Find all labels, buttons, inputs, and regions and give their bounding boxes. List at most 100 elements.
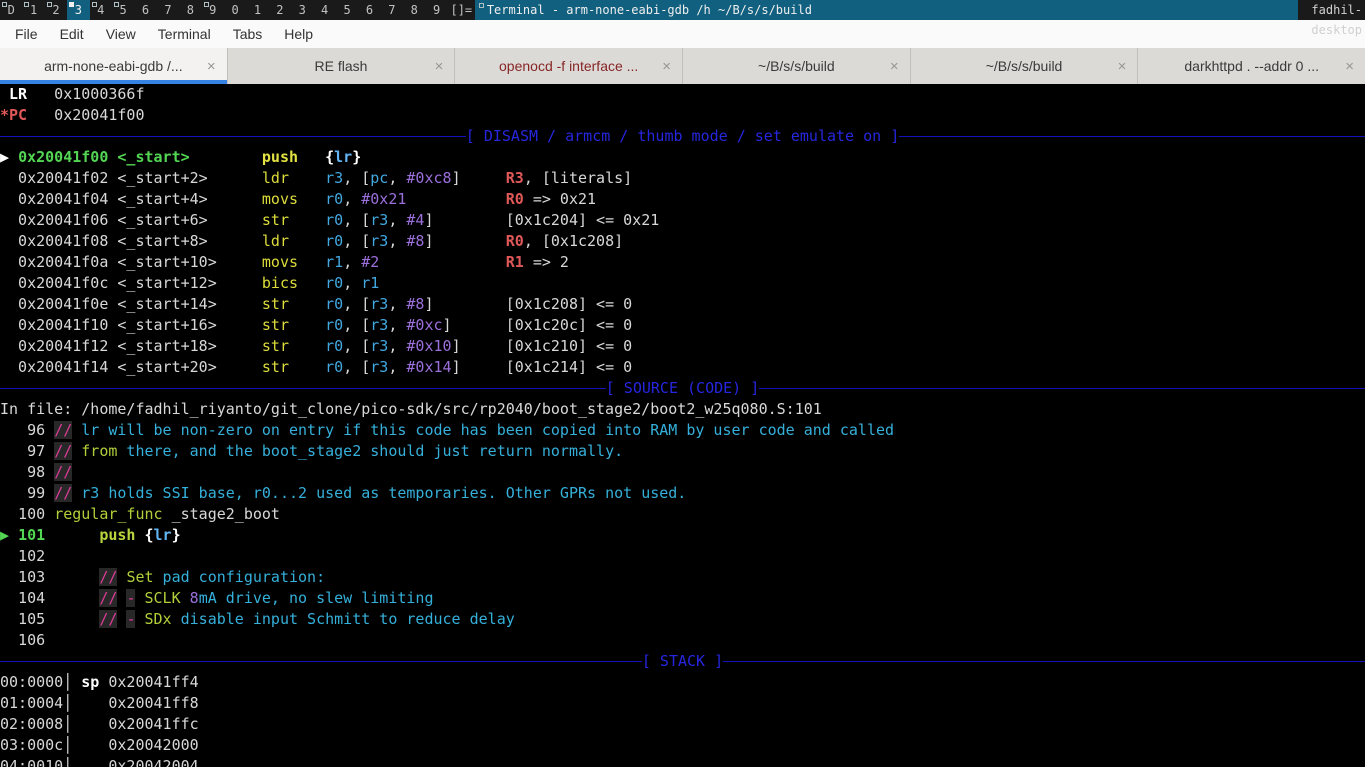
token: , [388,211,406,229]
workspace-tag-label: 8 [187,3,194,17]
workspace-tag[interactable]: 8 [403,0,425,20]
disasm-header: [ DISASM / armcm / thumb mode / set emul… [0,126,1365,147]
tab-close-icon[interactable]: × [1118,59,1127,74]
token [217,274,262,292]
workspace-tag[interactable]: 1 [22,0,44,20]
workspace-tag[interactable]: 5 [336,0,358,20]
workspace-tag[interactable]: 9 [425,0,447,20]
workspace-tag[interactable]: 9 [202,0,224,20]
token: disable input Schmitt to reduce delay [172,610,515,628]
tab-close-icon[interactable]: × [435,59,444,74]
tab-close-icon[interactable]: × [1345,59,1354,74]
workspace-tag[interactable]: 6 [358,0,380,20]
terminal-tab[interactable]: arm-none-eabi-gdb /...× [0,48,228,84]
token: ] [443,316,452,334]
token: r3 [370,295,388,313]
workspace-tag[interactable]: 4 [313,0,335,20]
tag-occupied-icon [204,2,209,7]
workspace-tag[interactable]: 3 [291,0,313,20]
tab-close-icon[interactable]: × [662,59,671,74]
token: #0xc8 [406,169,451,187]
workspace-tag-label: D [8,3,15,17]
token: regular_func [54,505,162,523]
token [379,253,505,271]
token: 97 [0,442,54,460]
token: SDx [145,610,172,628]
workspace-tag-label: 2 [276,3,283,17]
source-line: 104 // - SCLK 8mA drive, no slew limitin… [0,588,1365,609]
workspace-tag[interactable]: D [0,0,22,20]
token: ] [452,169,461,187]
menu-item-tabs[interactable]: Tabs [222,20,274,48]
workspace-tag[interactable]: 4 [90,0,112,20]
token: [0x1c20c] <= 0 [506,316,632,334]
layout-icon[interactable]: []= [448,0,475,20]
tab-close-icon[interactable]: × [207,59,216,74]
token: 0x20041f02 <_start+2> [0,169,208,187]
token [72,484,81,502]
workspace-tag[interactable]: 3 [67,0,89,20]
token [54,568,99,586]
token: , [343,274,361,292]
terminal-tab[interactable]: RE flash× [228,48,456,84]
token: push [262,148,298,166]
workspace-tag[interactable]: 2 [269,0,291,20]
workspace-tag[interactable]: 0 [224,0,246,20]
token: ldr [262,169,289,187]
menu-item-help[interactable]: Help [273,20,324,48]
token: r3 [370,358,388,376]
workspace-tag-label: 7 [164,3,171,17]
terminal-screen[interactable]: LR 0x1000366f*PC 0x20041f00[ DISASM / ar… [0,84,1365,767]
tag-occupied-icon [24,2,29,7]
workspace-tag-label: 4 [97,3,104,17]
token [461,337,506,355]
source-line: 103 // Set pad configuration: [0,567,1365,588]
tab-close-icon[interactable]: × [890,59,899,74]
token: lr [154,526,172,544]
token: [0x1c204] <= 0x21 [506,211,660,229]
terminal-tab[interactable]: ~/B/s/s/build× [683,48,911,84]
token: 0x20042004 [108,757,198,767]
menu-item-edit[interactable]: Edit [49,20,95,48]
token: r0 [325,358,343,376]
token [208,169,262,187]
token: movs [262,190,298,208]
token: 0x20041f14 <_start+20> [0,358,217,376]
token: , [ [343,232,370,250]
hostname: fadhil-desktop [1298,0,1365,20]
workspace-tag[interactable]: 7 [381,0,403,20]
tag-occupied-icon [114,2,119,7]
menu-item-terminal[interactable]: Terminal [147,20,222,48]
menu-item-view[interactable]: View [95,20,147,48]
token: 8 [190,589,199,607]
workspace-tag[interactable]: 1 [246,0,268,20]
workspace-tag[interactable]: 8 [179,0,201,20]
token: r0 [325,316,343,334]
token [54,610,99,628]
menu-item-file[interactable]: File [4,20,49,48]
token [72,715,108,733]
terminal-tab[interactable]: darkhttpd . --addr 0 ...× [1138,48,1365,84]
disasm-line: 0x20041f10 <_start+16> str r0, [r3, #0xc… [0,315,1365,336]
token [72,757,108,767]
token: // [54,442,72,460]
tag-occupied-icon [47,2,52,7]
workspace-tag[interactable]: 5 [112,0,134,20]
workspace-tag[interactable]: 2 [45,0,67,20]
token: SCLK [145,589,181,607]
token: In file: /home/fadhil_riyanto/git_clone/… [0,400,822,418]
token: str [262,295,289,313]
token [72,442,81,460]
token: , [ [343,295,370,313]
token: 02:0008 [0,715,63,733]
workspace-tag[interactable]: 7 [157,0,179,20]
terminal-tab[interactable]: ~/B/s/s/build× [911,48,1139,84]
workspace-tag[interactable]: 6 [134,0,156,20]
token: Set [126,568,153,586]
token: 105 [0,610,54,628]
token: str [262,316,289,334]
token: 0x20041ffc [108,715,198,733]
token: 0x20041f00 <_start> [18,148,190,166]
terminal-tab[interactable]: openocd -f interface ... × [455,48,683,84]
tab-label: openocd -f interface ... [499,58,638,74]
